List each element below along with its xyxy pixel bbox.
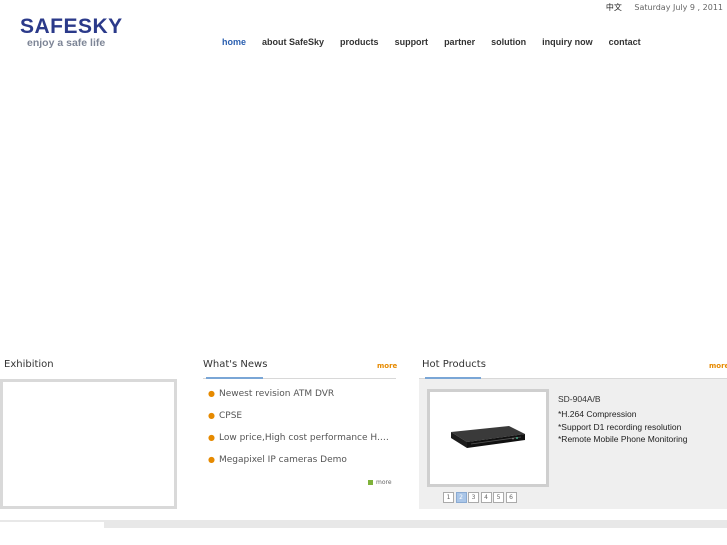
news-more-button[interactable]: more xyxy=(368,479,392,486)
hot-products-more-link[interactable]: more xyxy=(709,362,727,370)
dvr-recorder-image xyxy=(451,426,525,448)
site-logo[interactable]: SAFESKY enjoy a safe life xyxy=(20,16,123,50)
logo-brand: SAFESKY xyxy=(20,15,123,38)
product-image-frame[interactable]: 1 2 3 4 5 6 xyxy=(427,389,549,503)
nav-inquiry[interactable]: inquiry now xyxy=(542,37,593,47)
page-button[interactable]: 5 xyxy=(493,492,504,503)
news-list: ● Newest revision ATM DVR ● CPSE ● Low pric… xyxy=(208,389,394,477)
product-feature: *Support D1 recording resolution xyxy=(558,421,682,432)
news-item-label: CPSE xyxy=(218,411,243,421)
page-button[interactable]: 3 xyxy=(468,492,479,503)
nav-support[interactable]: support xyxy=(395,37,429,47)
exhibition-box xyxy=(0,379,177,509)
news-item-label: Megapixel IP cameras Demo xyxy=(218,455,347,465)
nav-contact[interactable]: contact xyxy=(609,37,641,47)
bullet-icon: ● xyxy=(208,411,215,420)
logo-tagline: enjoy a safe life xyxy=(27,37,106,49)
page-button-active[interactable]: 2 xyxy=(455,492,467,503)
language-link[interactable]: 中文 xyxy=(606,3,622,12)
top-bar: 中文 Saturday July 9 , 2011 xyxy=(606,2,723,13)
news-more-label: more xyxy=(376,479,392,486)
product-pager: 1 2 3 4 5 6 xyxy=(443,492,518,503)
nav-home[interactable]: home xyxy=(222,37,246,47)
footer-divider-left xyxy=(0,520,104,522)
product-name[interactable]: SD-904A/B xyxy=(558,394,601,404)
square-icon xyxy=(368,480,373,485)
news-item[interactable]: ● CPSE xyxy=(208,411,394,433)
exhibition-title: Exhibition xyxy=(4,359,54,370)
main-nav: home about SafeSky products support part… xyxy=(222,37,657,47)
nav-solution[interactable]: solution xyxy=(491,37,526,47)
footer-bar xyxy=(104,520,727,528)
news-title: What's News xyxy=(203,359,268,370)
nav-about[interactable]: about SafeSky xyxy=(262,37,324,47)
news-more-link[interactable]: more xyxy=(377,362,397,370)
page-button[interactable]: 6 xyxy=(505,492,517,503)
product-features: *H.264 Compression *Support D1 recording… xyxy=(558,409,687,447)
news-item[interactable]: ● Megapixel IP cameras Demo xyxy=(208,455,394,477)
hot-products-title: Hot Products xyxy=(422,359,486,370)
product-feature: *Remote Mobile Phone Monitoring xyxy=(558,434,688,444)
product-feature: *H.264 Compression xyxy=(558,409,637,419)
news-title-underline xyxy=(206,377,263,379)
news-item-label: Low price,High cost performance H.2... xyxy=(218,433,394,443)
nav-partner[interactable]: partner xyxy=(444,37,475,47)
hot-products-panel: 1 2 3 4 5 6 SD-904A/B *H.264 Compression… xyxy=(419,379,727,509)
bullet-icon: ● xyxy=(208,433,215,442)
page-button[interactable]: 1 xyxy=(443,492,454,503)
news-item[interactable]: ● Newest revision ATM DVR xyxy=(208,389,394,411)
news-item[interactable]: ● Low price,High cost performance H.2... xyxy=(208,433,394,455)
bullet-icon: ● xyxy=(208,389,215,398)
bullet-icon: ● xyxy=(208,455,215,464)
page-button[interactable]: 4 xyxy=(480,492,492,503)
current-date: Saturday July 9 , 2011 xyxy=(634,3,723,12)
news-item-label: Newest revision ATM DVR xyxy=(218,389,335,399)
nav-products[interactable]: products xyxy=(340,37,379,47)
